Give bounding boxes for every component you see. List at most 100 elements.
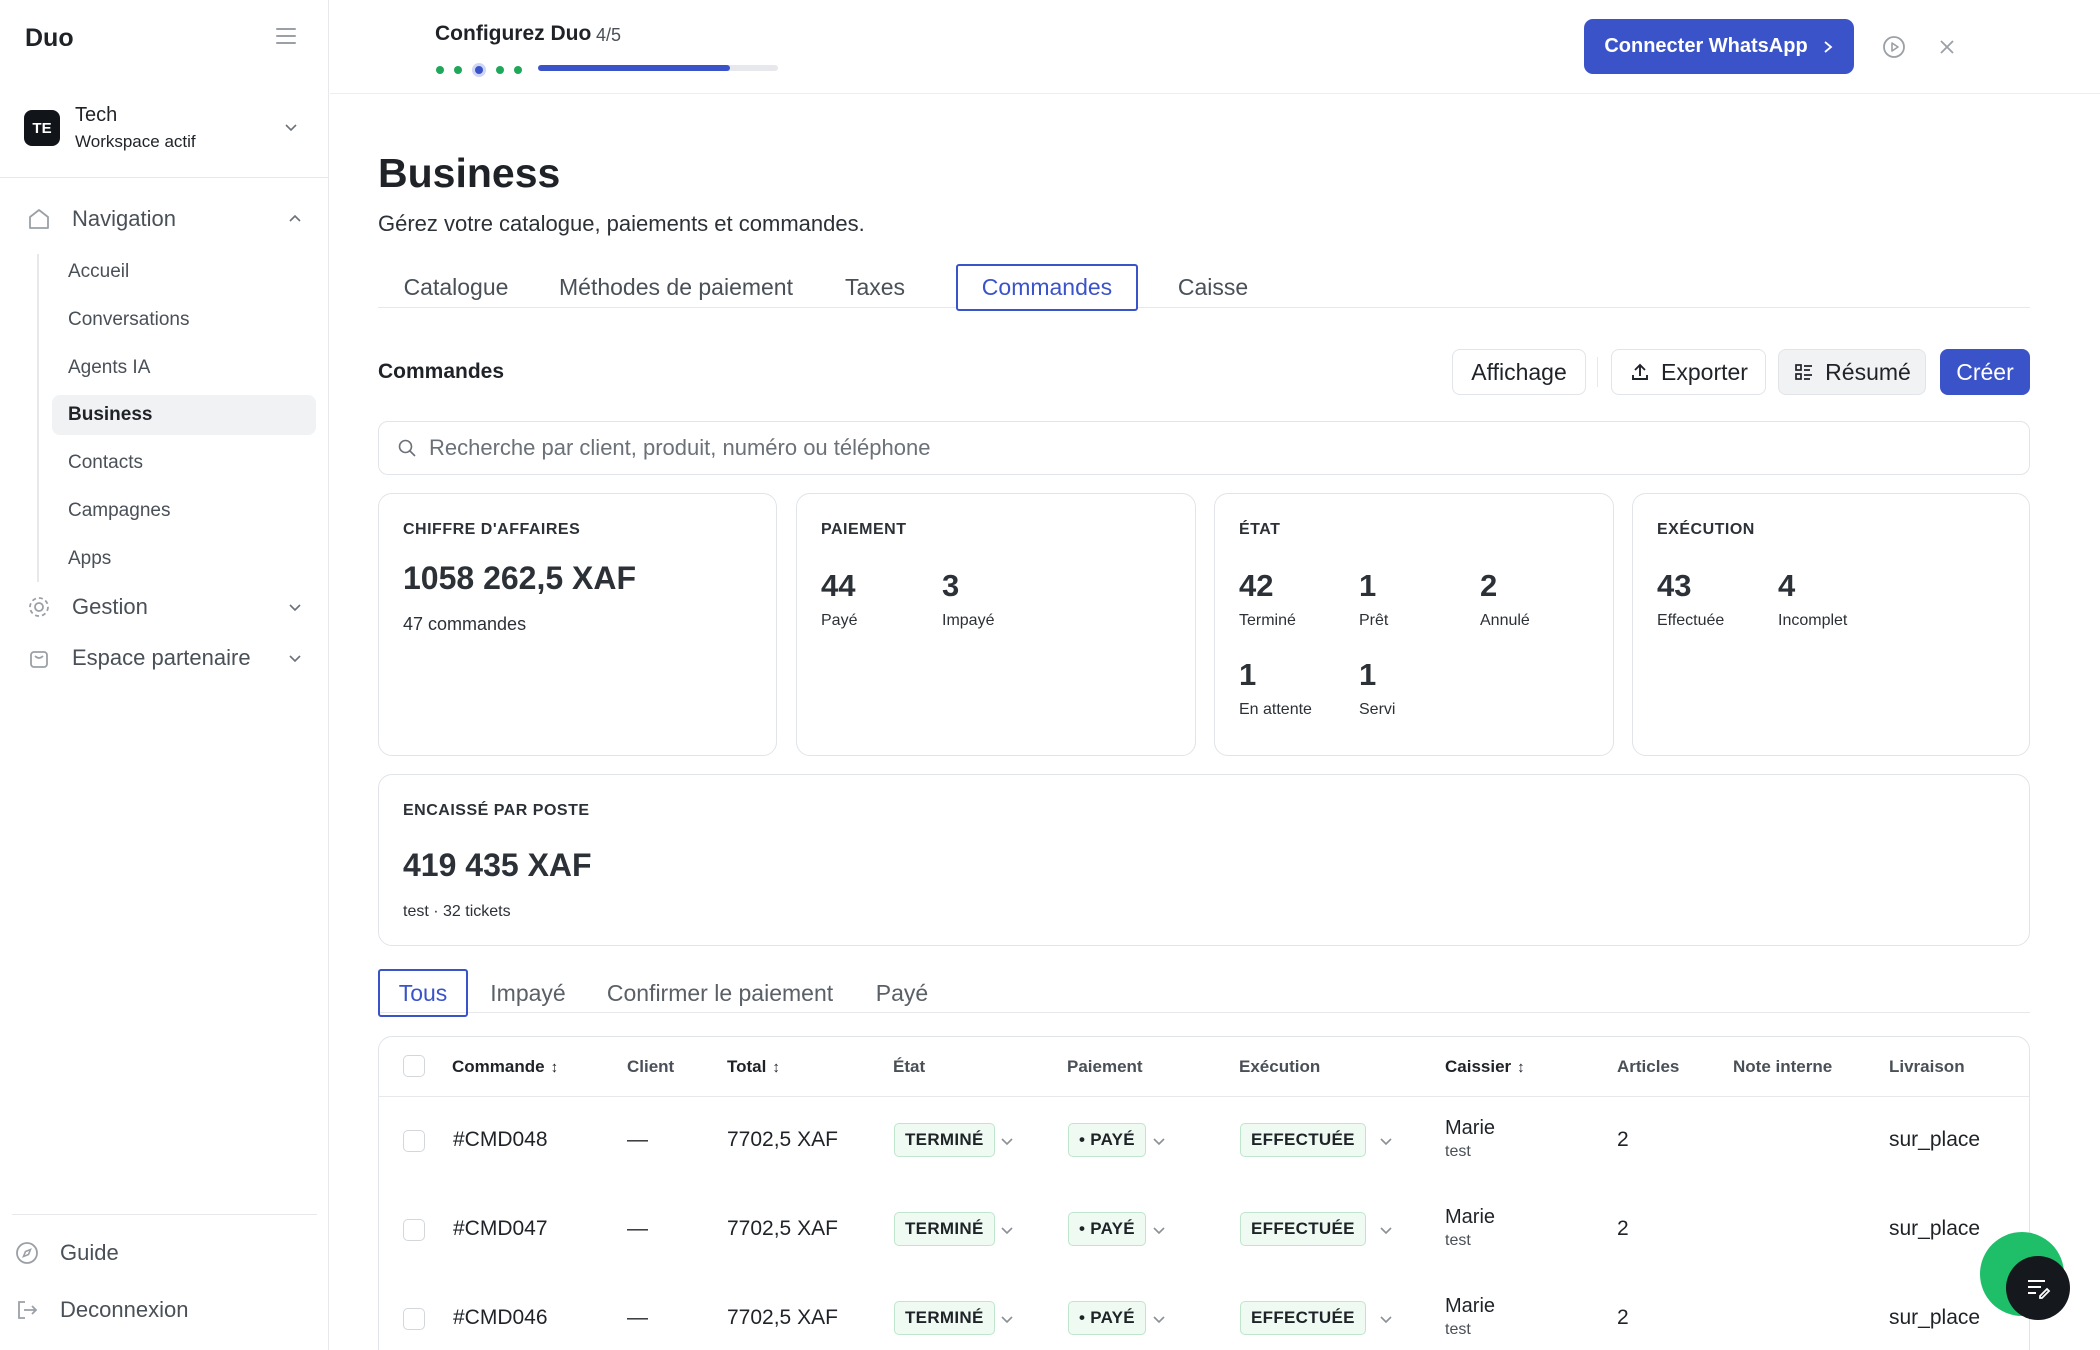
- stat-value: 44: [821, 568, 856, 603]
- stat-paid: 44 Payé: [821, 568, 857, 630]
- step-dot[interactable]: [514, 66, 522, 74]
- row-checkbox[interactable]: [403, 1308, 425, 1330]
- state-pill[interactable]: TERMINÉ: [894, 1212, 995, 1246]
- column-execution: Exécution: [1239, 1057, 1321, 1076]
- order-delivery: sur_place: [1889, 1128, 1981, 1151]
- order-search[interactable]: [378, 421, 2030, 475]
- order-delivery: sur_place: [1889, 1306, 1981, 1329]
- workspace-name: Tech: [75, 104, 118, 126]
- stat-executed: 43 Effectuée: [1657, 568, 1724, 630]
- stat-unpaid: 3 Impayé: [942, 568, 994, 630]
- search-input[interactable]: [429, 435, 1989, 461]
- filter-tab-paid[interactable]: Payé: [852, 969, 952, 1017]
- table-row[interactable]: #CMD046 — 7702,5 XAF TERMINÉ • PAYÉ EFFE…: [379, 1275, 2029, 1350]
- sidebar-footer: [12, 1214, 317, 1215]
- page-title: Business: [378, 150, 561, 196]
- setup-title: Configurez Duo: [435, 22, 592, 45]
- menu-icon[interactable]: [276, 28, 296, 44]
- step-dot[interactable]: [436, 66, 444, 74]
- guide-label: Guide: [60, 1240, 119, 1265]
- chevron-down-icon[interactable]: [1379, 1312, 1393, 1326]
- row-checkbox[interactable]: [403, 1219, 425, 1241]
- logout-link[interactable]: Deconnexion: [14, 1297, 188, 1323]
- order-total: 7702,5 XAF: [727, 1217, 838, 1240]
- column-order[interactable]: Commande ↕: [452, 1057, 558, 1077]
- filter-tab-unpaid[interactable]: Impayé: [478, 969, 578, 1017]
- step-dot-current[interactable]: [472, 63, 486, 77]
- order-id[interactable]: #CMD048: [453, 1128, 548, 1152]
- sidebar-item-conversations[interactable]: Conversations: [52, 300, 316, 340]
- stat-label: Terminé: [1239, 612, 1296, 629]
- logout-label: Deconnexion: [60, 1297, 189, 1322]
- play-icon[interactable]: [1881, 34, 1907, 60]
- sidebar-item-business[interactable]: Business: [52, 395, 316, 435]
- step-dot[interactable]: [454, 66, 462, 74]
- payment-pill[interactable]: • PAYÉ: [1068, 1301, 1146, 1335]
- tab-commandes[interactable]: Commandes: [956, 264, 1138, 311]
- chevron-down-icon[interactable]: [1000, 1223, 1014, 1237]
- column-state: État: [893, 1057, 926, 1076]
- order-id[interactable]: #CMD046: [453, 1306, 548, 1330]
- tab-caisse[interactable]: Caisse: [1148, 264, 1278, 311]
- execution-pill[interactable]: EFFECTUÉE: [1240, 1212, 1366, 1246]
- tab-taxes[interactable]: Taxes: [818, 264, 932, 311]
- select-all-checkbox[interactable]: [403, 1055, 425, 1077]
- create-button[interactable]: Créer: [1940, 349, 2030, 395]
- step-dot[interactable]: [496, 66, 504, 74]
- execution-pill[interactable]: EFFECTUÉE: [1240, 1123, 1366, 1157]
- filter-tab-all[interactable]: Tous: [378, 969, 468, 1017]
- tab-methodes-paiement[interactable]: Méthodes de paiement: [536, 264, 816, 311]
- chevron-down-icon[interactable]: [1379, 1223, 1393, 1237]
- nav-group-gestion[interactable]: Gestion: [26, 590, 306, 624]
- workspace-switcher[interactable]: TE Tech Workspace actif: [0, 96, 329, 178]
- chevron-down-icon[interactable]: [1152, 1134, 1166, 1148]
- order-items: 2: [1617, 1128, 1629, 1151]
- chevron-down-icon[interactable]: [1000, 1134, 1014, 1148]
- table-row[interactable]: #CMD048 — 7702,5 XAF TERMINÉ • PAYÉ EFFE…: [379, 1097, 2029, 1186]
- chevron-down-icon[interactable]: [1152, 1223, 1166, 1237]
- export-button[interactable]: Exporter: [1611, 349, 1766, 395]
- payment-pill[interactable]: • PAYÉ: [1068, 1212, 1146, 1246]
- column-cashier[interactable]: Caissier ↕: [1445, 1057, 1525, 1077]
- display-button[interactable]: Affichage: [1452, 349, 1586, 395]
- assistant-fab[interactable]: [2006, 1256, 2070, 1320]
- state-pill[interactable]: TERMINÉ: [894, 1123, 995, 1157]
- sidebar-item-apps[interactable]: Apps: [52, 539, 316, 579]
- main-content: Business Gérez votre catalogue, paiement…: [330, 94, 2100, 1350]
- stat-served: 1 Servi: [1359, 657, 1395, 719]
- row-checkbox[interactable]: [403, 1130, 425, 1152]
- state-pill[interactable]: TERMINÉ: [894, 1301, 995, 1335]
- sidebar-item-campagnes[interactable]: Campagnes: [52, 491, 316, 531]
- table-row[interactable]: #CMD047 — 7702,5 XAF TERMINÉ • PAYÉ EFFE…: [379, 1186, 2029, 1275]
- execution-pill[interactable]: EFFECTUÉE: [1240, 1301, 1366, 1335]
- bag-icon: [30, 651, 48, 668]
- station-sub: test · 32 tickets: [403, 903, 511, 920]
- guide-link[interactable]: Guide: [14, 1240, 119, 1266]
- execution-card: EXÉCUTION 43 Effectuée 4 Incomplet: [1632, 493, 2030, 756]
- display-label: Affichage: [1471, 358, 1567, 385]
- sidebar-item-accueil[interactable]: Accueil: [52, 252, 316, 292]
- chevron-down-icon[interactable]: [1152, 1312, 1166, 1326]
- workspace-avatar: TE: [24, 110, 60, 146]
- tab-catalogue[interactable]: Catalogue: [378, 264, 534, 311]
- nav-tree-line: [37, 254, 39, 582]
- payment-pill[interactable]: • PAYÉ: [1068, 1123, 1146, 1157]
- nav-group-espace-partenaire[interactable]: Espace partenaire: [26, 641, 306, 675]
- nav-group-navigation[interactable]: Navigation: [26, 202, 306, 236]
- close-icon[interactable]: [1938, 38, 1956, 56]
- chevron-down-icon[interactable]: [1379, 1134, 1393, 1148]
- summary-button[interactable]: Résumé: [1778, 349, 1926, 395]
- section-title: Commandes: [378, 360, 505, 383]
- sidebar-item-agents-ia[interactable]: Agents IA: [52, 348, 316, 388]
- connect-whatsapp-button[interactable]: Connecter WhatsApp: [1584, 19, 1854, 74]
- order-id[interactable]: #CMD047: [453, 1217, 548, 1241]
- filter-tab-confirm-payment[interactable]: Confirmer le paiement: [600, 969, 840, 1017]
- column-total[interactable]: Total ↕: [727, 1057, 780, 1077]
- brand-logo[interactable]: Duo: [25, 24, 74, 53]
- order-items: 2: [1617, 1217, 1629, 1240]
- sidebar-item-contacts[interactable]: Contacts: [52, 443, 316, 483]
- chevron-down-icon[interactable]: [1000, 1312, 1014, 1326]
- chevron-down-icon: [289, 604, 301, 612]
- cashier-station: test: [1445, 1143, 1471, 1160]
- sort-icon: ↕: [550, 1058, 559, 1076]
